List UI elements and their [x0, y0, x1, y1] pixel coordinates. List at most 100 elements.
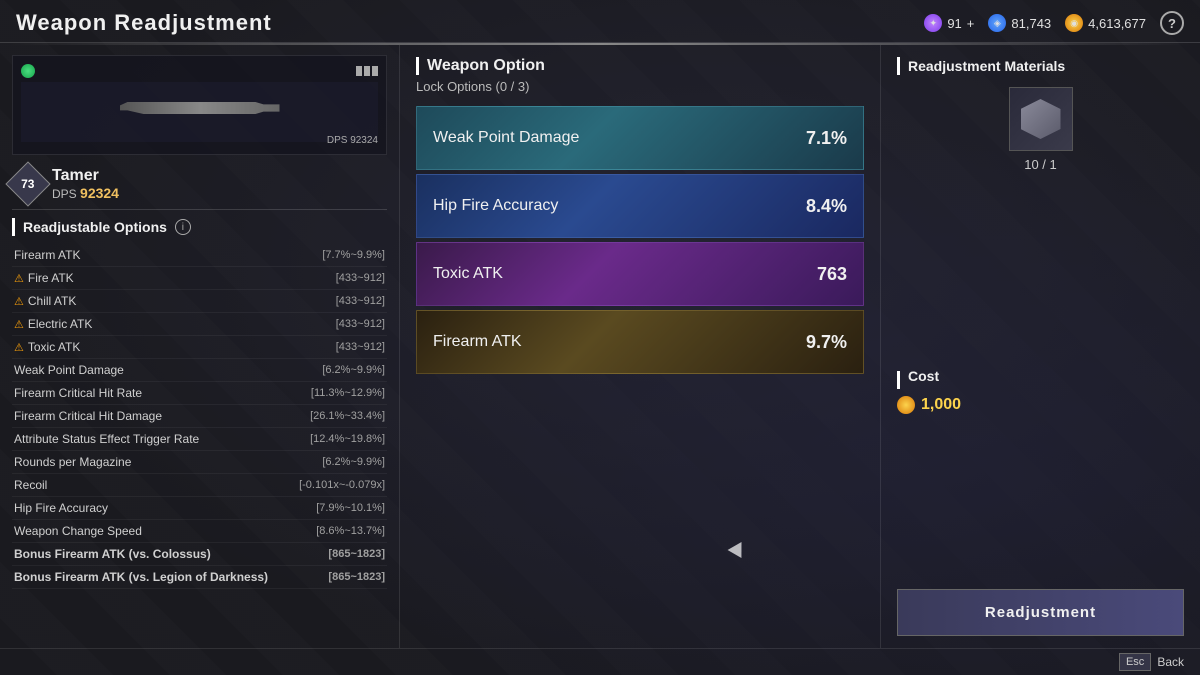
materials-header: Readjustment Materials: [897, 57, 1184, 75]
cost-amount: 1,000: [921, 396, 961, 414]
option-name-electric-atk: ⚠Electric ATK: [14, 317, 92, 331]
weapon-option-toxic[interactable]: Toxic ATK 763: [416, 242, 864, 306]
back-text: Back: [1157, 655, 1184, 669]
option-name-status: Attribute Status Effect Trigger Rate: [14, 432, 199, 446]
weapon-option-bar: [416, 57, 419, 75]
cost-bar: [897, 371, 900, 389]
option-range-chill-atk: [433~912]: [336, 295, 385, 307]
header: Weapon Readjustment ✦ 91 + ◈ 81,743 ◉ 4,…: [0, 0, 1200, 43]
blue-currency-icon: ◈: [988, 14, 1006, 32]
toxic-value: 763: [817, 264, 847, 285]
weak-point-label: Weak Point Damage: [433, 129, 579, 147]
option-row-hip-fire: Hip Fire Accuracy [7.9%~10.1%]: [12, 497, 387, 520]
readjustable-title: Readjustable Options: [23, 219, 167, 235]
warning-icon-toxic: ⚠: [14, 341, 24, 354]
dps-value: 92324: [350, 135, 378, 146]
weapon-option-firearm[interactable]: Firearm ATK 9.7%: [416, 310, 864, 374]
hip-fire-value: 8.4%: [806, 196, 847, 217]
main-content: DPS 92324 73 Tamer DPS 92324: [0, 45, 1200, 648]
option-name-weapon-change: Weapon Change Speed: [14, 524, 142, 538]
slot-3: [372, 66, 378, 76]
cost-section: Cost 1,000: [897, 368, 1184, 414]
material-icon: [1021, 99, 1061, 139]
option-name-hip-fire: Hip Fire Accuracy: [14, 501, 108, 515]
weapon-card-dps: DPS 92324: [327, 135, 378, 146]
option-name-crit-rate: Firearm Critical Hit Rate: [14, 386, 142, 400]
weapon-info: 73 Tamer DPS 92324: [12, 163, 387, 201]
gold-currency-icon: ◉: [1065, 14, 1083, 32]
weapon-card-top: [21, 64, 378, 78]
cost-value: 1,000: [897, 396, 1184, 414]
esc-badge: Esc: [1119, 653, 1151, 671]
option-name-weak-point: Weak Point Damage: [14, 363, 124, 377]
slot-1: [356, 66, 362, 76]
readjustment-button[interactable]: Readjustment: [897, 589, 1184, 636]
option-name-recoil: Recoil: [14, 478, 47, 492]
material-icon-box: [1009, 87, 1073, 151]
main-container: Weapon Readjustment ✦ 91 + ◈ 81,743 ◉ 4,…: [0, 0, 1200, 675]
purple-count: 91: [947, 16, 961, 31]
weak-point-value: 7.1%: [806, 128, 847, 149]
page-title: Weapon Readjustment: [16, 10, 272, 36]
option-range-crit-rate: [11.3%~12.9%]: [311, 387, 385, 399]
option-name-magazine: Rounds per Magazine: [14, 455, 131, 469]
option-row-recoil: Recoil [-0.101x~-0.079x]: [12, 474, 387, 497]
option-name-fire-atk: ⚠Fire ATK: [14, 271, 74, 285]
materials-section: Readjustment Materials 10 / 1: [897, 57, 1184, 172]
cursor: [730, 541, 746, 555]
option-name-firearm-atk: Firearm ATK: [14, 248, 80, 262]
weapon-dps-label: DPS: [52, 187, 77, 201]
weapon-level: 73: [21, 177, 34, 191]
dps-label: DPS: [327, 135, 348, 146]
warning-icon-chill: ⚠: [14, 295, 24, 308]
option-row-weapon-change: Weapon Change Speed [8.6%~13.7%]: [12, 520, 387, 543]
weapon-silhouette: [100, 87, 300, 137]
lock-options-text: Lock Options (0 / 3): [416, 79, 864, 94]
readjustable-header: Readjustable Options i: [12, 218, 387, 236]
weapon-card: DPS 92324: [12, 55, 387, 155]
option-row-crit-dmg: Firearm Critical Hit Damage [26.1%~33.4%…: [12, 405, 387, 428]
option-row-status: Attribute Status Effect Trigger Rate [12…: [12, 428, 387, 451]
option-name-toxic-atk: ⚠Toxic ATK: [14, 340, 80, 354]
readjustable-options-list: Firearm ATK [7.7%~9.9%] ⚠Fire ATK [433~9…: [12, 244, 387, 638]
weapon-dps-stat: DPS 92324: [52, 185, 119, 201]
weapon-status-indicator: [21, 64, 35, 78]
purple-plus: +: [967, 16, 975, 31]
weapon-option-weak-point[interactable]: Weak Point Damage 7.1%: [416, 106, 864, 170]
middle-panel: Weapon Option Lock Options (0 / 3) Weak …: [400, 45, 880, 648]
option-name-chill-atk: ⚠Chill ATK: [14, 294, 76, 308]
warning-icon-electric: ⚠: [14, 318, 24, 331]
slot-2: [364, 66, 370, 76]
option-range-hip-fire: [7.9%~10.1%]: [316, 502, 385, 514]
option-row-toxic-atk: ⚠Toxic ATK [433~912]: [12, 336, 387, 359]
hip-fire-label: Hip Fire Accuracy: [433, 197, 558, 215]
info-icon[interactable]: i: [175, 219, 191, 235]
option-range-magazine: [6.2%~9.9%]: [322, 456, 385, 468]
purple-currency-icon: ✦: [924, 14, 942, 32]
option-range-weak-point: [6.2%~9.9%]: [322, 364, 385, 376]
right-panel: Readjustment Materials 10 / 1 Cost 1,000: [880, 45, 1200, 648]
option-row-magazine: Rounds per Magazine [6.2%~9.9%]: [12, 451, 387, 474]
option-range-crit-dmg: [26.1%~33.4%]: [310, 410, 385, 422]
option-row-fire-atk: ⚠Fire ATK [433~912]: [12, 267, 387, 290]
firearm-value: 9.7%: [806, 332, 847, 353]
option-range-fire-atk: [433~912]: [336, 272, 385, 284]
stat-purple: ✦ 91 +: [924, 14, 974, 32]
option-name-bonus-colossus: Bonus Firearm ATK (vs. Colossus): [14, 547, 211, 561]
weapon-level-diamond: 73: [5, 161, 50, 206]
help-button[interactable]: ?: [1160, 11, 1184, 35]
left-panel: DPS 92324 73 Tamer DPS 92324: [0, 45, 400, 648]
option-range-firearm-atk: [7.7%~9.9%]: [322, 249, 385, 261]
option-range-toxic-atk: [433~912]: [336, 341, 385, 353]
gold-coin-icon: [897, 396, 915, 414]
material-item: 10 / 1: [897, 87, 1184, 172]
weapon-option-title: Weapon Option: [427, 57, 545, 75]
option-range-weapon-change: [8.6%~13.7%]: [316, 525, 385, 537]
weapon-divider: [12, 209, 387, 210]
option-row-firearm-atk: Firearm ATK [7.7%~9.9%]: [12, 244, 387, 267]
weapon-slots: [356, 66, 378, 76]
option-range-recoil: [-0.101x~-0.079x]: [299, 479, 385, 491]
option-row-bonus-legion: Bonus Firearm ATK (vs. Legion of Darknes…: [12, 566, 387, 589]
weapon-option-hip-fire[interactable]: Hip Fire Accuracy 8.4%: [416, 174, 864, 238]
weapon-name: Tamer: [52, 167, 119, 185]
